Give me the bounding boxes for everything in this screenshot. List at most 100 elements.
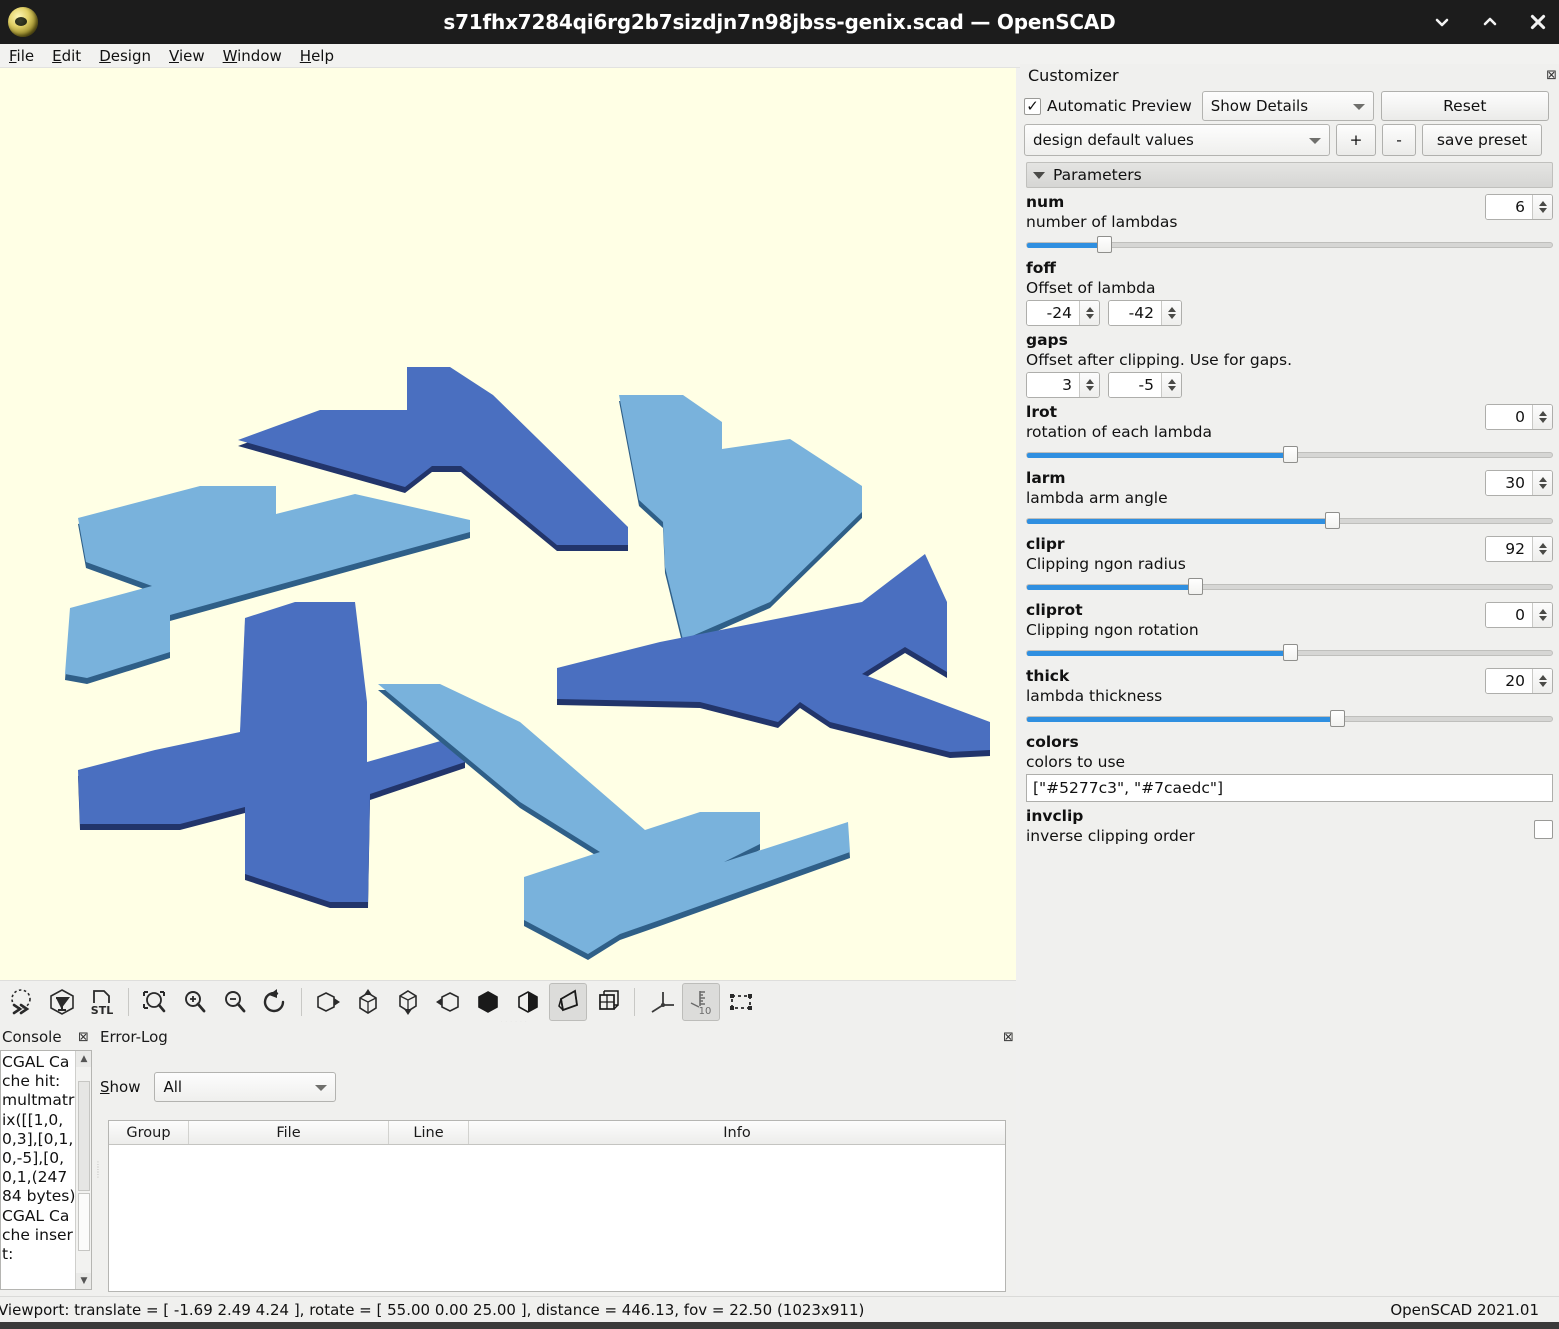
cube-bottom-icon[interactable] [389,983,427,1021]
console-scrollbar[interactable]: ▲ ▼ [75,1051,91,1289]
param-colors-input[interactable]: ["#5277c3", "#7caedc"] [1026,774,1553,802]
slider-fill [1027,651,1291,656]
param-num-desc: number of lambdas [1026,213,1178,231]
spinner-arrows[interactable] [1532,537,1552,561]
zoom-in-icon[interactable] [176,983,214,1021]
cube-top-icon[interactable] [349,983,387,1021]
zoom-out-icon[interactable] [216,983,254,1021]
slider-fill [1027,453,1291,458]
column-header-line[interactable]: Line [389,1121,469,1144]
scrollbar-thumb-upper[interactable] [78,1081,90,1191]
param-lrot-spinbox[interactable]: 0 [1485,404,1553,430]
menu-file[interactable]: File [0,45,43,67]
param-gaps-y-value: -5 [1109,373,1161,397]
cube-left-icon[interactable] [429,983,467,1021]
param-clipr-spinbox[interactable]: 92 [1485,536,1553,562]
menu-edit[interactable]: Edit [43,45,90,67]
param-gaps-y-spinbox[interactable]: -5 [1108,372,1182,398]
bounding-box-icon[interactable] [722,983,760,1021]
spinner-arrows[interactable] [1532,471,1552,495]
slider-knob[interactable] [1187,578,1203,595]
cube-front-icon[interactable] [469,983,507,1021]
scale-ruler-icon[interactable]: 10 [682,982,720,1021]
param-lrot-slider[interactable] [1026,446,1553,464]
lambda-2-light [619,395,862,646]
param-foff-x-spinbox[interactable]: -24 [1026,300,1100,326]
slider-knob[interactable] [1097,236,1113,253]
column-header-file[interactable]: File [189,1121,389,1144]
param-invclip: invclip inverse clipping order [1026,806,1553,846]
zoom-fit-icon[interactable] [136,983,174,1021]
minimize-button[interactable] [1431,11,1453,33]
param-invclip-checkbox[interactable] [1534,820,1553,839]
menu-view[interactable]: View [160,45,214,67]
close-button[interactable] [1527,11,1549,33]
cube-right-icon[interactable] [309,983,347,1021]
slider-knob[interactable] [1329,710,1345,727]
axes-icon[interactable] [642,983,680,1021]
orthogonal-icon[interactable] [589,983,627,1021]
param-gaps-x-spinbox[interactable]: 3 [1026,372,1100,398]
scrollbar-thumb-lower[interactable] [78,1193,90,1251]
errorlog-show-select[interactable]: All [154,1072,337,1102]
spinner-arrows[interactable] [1079,373,1099,397]
save-preset-button[interactable]: save preset [1422,124,1542,156]
column-header-info[interactable]: Info [469,1121,1005,1144]
param-larm-spinbox[interactable]: 30 [1485,470,1553,496]
errorlog-table[interactable]: Group File Line Info [108,1120,1006,1292]
remove-preset-button[interactable]: - [1382,124,1416,156]
spinner-arrows[interactable] [1532,405,1552,429]
slider-knob[interactable] [1282,446,1298,463]
automatic-preview-checkbox[interactable]: ✓ [1024,97,1041,115]
parameters-section-header[interactable]: Parameters [1026,162,1553,188]
spinner-arrows[interactable] [1532,669,1552,693]
menu-design[interactable]: Design [90,45,160,67]
param-thick-name: thick [1026,667,1070,685]
detail-level-select[interactable]: Show Details [1201,91,1374,121]
toolbar-separator-1 [128,987,129,1016]
customizer-close-icon[interactable]: ⊠ [1546,68,1557,83]
bottom-dock: Console ⊠ Error-Log ⊠ CGAL Cache hit: mu… [0,1022,1016,1298]
slider-knob[interactable] [1324,512,1340,529]
maximize-button[interactable] [1479,11,1501,33]
param-foff-y-spinbox[interactable]: -42 [1108,300,1182,326]
param-cliprot-slider[interactable] [1026,644,1553,662]
reset-rotate-icon[interactable] [256,983,294,1021]
slider-knob[interactable] [1282,644,1298,661]
perspective-icon[interactable] [549,982,587,1021]
param-thick-spinbox[interactable]: 20 [1485,668,1553,694]
slider-fill [1027,717,1338,722]
spinner-arrows[interactable] [1532,195,1552,219]
param-clipr-slider[interactable] [1026,578,1553,596]
param-num-slider[interactable] [1026,236,1553,254]
errorlog-close-icon[interactable]: ⊠ [1003,1031,1014,1044]
param-clipr: clipr Clipping ngon radius 92 [1026,534,1553,596]
column-header-group[interactable]: Group [109,1121,189,1144]
scroll-down-icon[interactable]: ▼ [76,1273,91,1289]
stl-export-icon[interactable]: STL [83,983,121,1021]
param-cliprot-spinbox[interactable]: 0 [1485,602,1553,628]
errorlog-panel-title[interactable]: Error-Log [100,1028,168,1046]
parameters-list: num number of lambdas 6 foff Offset of l… [1020,192,1559,846]
preset-select[interactable]: design default values [1024,124,1330,156]
menu-window[interactable]: Window [214,45,291,67]
spinner-arrows[interactable] [1161,373,1181,397]
render-cube-icon[interactable] [43,983,81,1021]
menu-help[interactable]: Help [291,45,343,67]
cube-back-icon[interactable] [509,983,547,1021]
console-output-pane[interactable]: CGAL Cache hit: multmatrix([[1,0,0,3],[0… [0,1050,92,1290]
param-num-spinbox[interactable]: 6 [1485,194,1553,220]
param-thick-slider[interactable] [1026,710,1553,728]
scroll-up-icon[interactable]: ▲ [76,1051,91,1067]
preview-dots-icon[interactable] [3,983,41,1021]
param-larm-slider[interactable] [1026,512,1553,530]
reset-button[interactable]: Reset [1380,91,1549,121]
console-panel-title[interactable]: Console [2,1028,62,1046]
console-close-icon[interactable]: ⊠ [78,1031,89,1044]
add-preset-button[interactable]: + [1336,124,1376,156]
spinner-arrows[interactable] [1532,603,1552,627]
param-cliprot-value: 0 [1486,603,1532,627]
spinner-arrows[interactable] [1079,301,1099,325]
model-viewport[interactable] [0,68,1016,980]
spinner-arrows[interactable] [1161,301,1181,325]
